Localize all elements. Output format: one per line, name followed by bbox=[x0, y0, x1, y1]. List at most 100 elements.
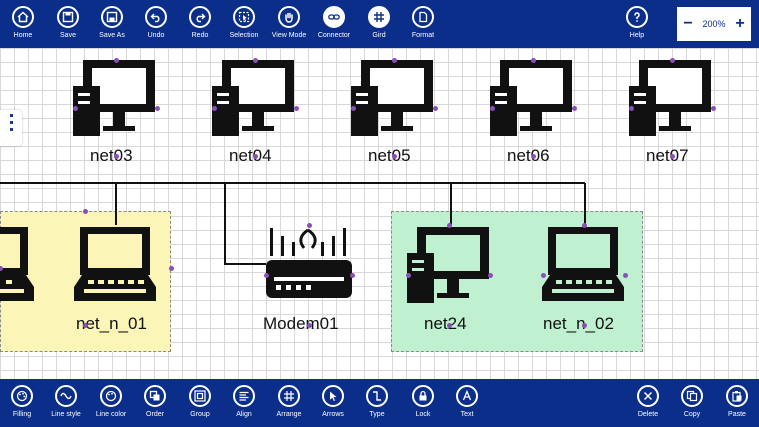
selection-handle[interactable] bbox=[349, 272, 355, 278]
grid-icon bbox=[278, 385, 300, 407]
selection-handle[interactable] bbox=[581, 222, 587, 228]
node-label-net24[interactable]: net24 bbox=[424, 314, 467, 334]
selection-handle[interactable] bbox=[154, 105, 160, 111]
selection-handle[interactable] bbox=[391, 153, 397, 159]
text-button[interactable]: Text bbox=[443, 379, 491, 427]
selection-handle[interactable] bbox=[263, 272, 269, 278]
selection-button[interactable]: Selection bbox=[220, 0, 268, 48]
connector-button[interactable]: Connector bbox=[310, 0, 358, 48]
palette-icon bbox=[11, 385, 33, 407]
laptop-icon-net_n_02 bbox=[542, 227, 624, 301]
selection-handle[interactable] bbox=[628, 105, 634, 111]
selection-handle[interactable] bbox=[530, 153, 536, 159]
diagram-canvas[interactable]: net03 net04 net05 net06 net07 net_n_01 M… bbox=[0, 48, 759, 379]
selection-handle[interactable] bbox=[530, 57, 536, 63]
selection-handle[interactable] bbox=[306, 322, 312, 328]
selection-handle[interactable] bbox=[72, 105, 78, 111]
selection-handle[interactable] bbox=[669, 153, 675, 159]
selection-handle[interactable] bbox=[669, 57, 675, 63]
selection-handle[interactable] bbox=[432, 105, 438, 111]
selection-handle[interactable] bbox=[391, 57, 397, 63]
bottom-toolbar: Filling Line style Line color Order Grou… bbox=[0, 379, 759, 427]
align-icon bbox=[233, 385, 255, 407]
selection-handle[interactable] bbox=[293, 105, 299, 111]
selection-handle[interactable] bbox=[83, 322, 88, 328]
save-button[interactable]: Save bbox=[44, 0, 92, 48]
zoom-in-button[interactable]: + bbox=[733, 15, 747, 33]
arrows-button[interactable]: Arrows bbox=[309, 379, 357, 427]
align-button[interactable]: Align bbox=[220, 379, 268, 427]
cursor-icon bbox=[322, 385, 344, 407]
selection-handle[interactable] bbox=[211, 105, 217, 111]
selection-handle[interactable] bbox=[581, 322, 587, 328]
node-label-net07[interactable]: net07 bbox=[646, 146, 689, 166]
filling-button[interactable]: Filling bbox=[0, 379, 46, 427]
delete-button[interactable]: Delete bbox=[624, 379, 672, 427]
desktop-icon-net24 bbox=[407, 227, 489, 303]
selection-handle[interactable] bbox=[252, 57, 258, 63]
paste-button[interactable]: Paste bbox=[713, 379, 759, 427]
top-toolbar: Home Save Save As Undo Redo Selection Vi… bbox=[0, 0, 759, 48]
selection-handle[interactable] bbox=[113, 153, 119, 159]
node-label-net04[interactable]: net04 bbox=[229, 146, 272, 166]
selection-handle[interactable] bbox=[571, 105, 577, 111]
group-button[interactable]: Group bbox=[176, 379, 224, 427]
selection-handle[interactable] bbox=[252, 153, 258, 159]
order-button[interactable]: Order bbox=[131, 379, 179, 427]
copy-icon bbox=[681, 385, 703, 407]
selection-handle[interactable] bbox=[622, 272, 628, 278]
selection-handle[interactable] bbox=[446, 222, 452, 228]
router-icon bbox=[266, 228, 352, 298]
selection-handle[interactable] bbox=[306, 222, 312, 228]
paste-icon bbox=[726, 385, 748, 407]
save-as-icon bbox=[101, 6, 123, 28]
node-label-net_n_02[interactable]: net_n_02 bbox=[543, 314, 614, 334]
zoom-out-button[interactable]: − bbox=[681, 15, 695, 33]
selection-handle[interactable] bbox=[540, 272, 546, 278]
desktop-icon-net06 bbox=[490, 60, 572, 136]
save-as-button[interactable]: Save As bbox=[88, 0, 136, 48]
redo-button[interactable]: Redo bbox=[176, 0, 224, 48]
selection-handle[interactable] bbox=[0, 265, 3, 271]
selection-handle[interactable] bbox=[405, 272, 411, 278]
home-button[interactable]: Home bbox=[0, 0, 47, 48]
selection-handle[interactable] bbox=[487, 272, 493, 278]
selection-icon bbox=[233, 6, 255, 28]
line-style-button[interactable]: Line style bbox=[42, 379, 90, 427]
type-button[interactable]: Type bbox=[353, 379, 401, 427]
desktop-icon-net07 bbox=[629, 60, 711, 136]
selection-handle[interactable] bbox=[113, 57, 119, 63]
selection-handle[interactable] bbox=[83, 208, 88, 214]
zoom-level: 200% bbox=[702, 19, 726, 29]
save-icon bbox=[57, 6, 79, 28]
selection-handle[interactable] bbox=[446, 322, 452, 328]
gird-button[interactable]: Gird bbox=[355, 0, 403, 48]
text-icon bbox=[456, 385, 478, 407]
side-panel-handle[interactable] bbox=[0, 110, 22, 146]
order-icon bbox=[144, 385, 166, 407]
lock-icon bbox=[412, 385, 434, 407]
format-button[interactable]: Format bbox=[399, 0, 447, 48]
help-icon bbox=[626, 6, 648, 28]
selection-handle[interactable] bbox=[489, 105, 495, 111]
help-button[interactable]: Help bbox=[613, 0, 661, 48]
undo-icon bbox=[145, 6, 167, 28]
arrange-button[interactable]: Arrange bbox=[265, 379, 313, 427]
selection-handle[interactable] bbox=[710, 105, 716, 111]
view-mode-button[interactable]: View Mode bbox=[265, 0, 313, 48]
node-label-modem01[interactable]: Modem01 bbox=[263, 314, 339, 334]
selection-handle[interactable] bbox=[350, 105, 356, 111]
selection-handle[interactable] bbox=[168, 265, 174, 271]
copy-button[interactable]: Copy bbox=[668, 379, 716, 427]
node-label-net03[interactable]: net03 bbox=[90, 146, 133, 166]
desktop-icon-net03 bbox=[73, 60, 155, 136]
wave-icon bbox=[55, 385, 77, 407]
node-label-net05[interactable]: net05 bbox=[368, 146, 411, 166]
lock-button[interactable]: Lock bbox=[399, 379, 447, 427]
zoom-control: − 200% + bbox=[677, 7, 751, 41]
undo-button[interactable]: Undo bbox=[132, 0, 180, 48]
node-label-net06[interactable]: net06 bbox=[507, 146, 550, 166]
line-color-button[interactable]: Line color bbox=[87, 379, 135, 427]
laptop-icon-partial bbox=[0, 227, 34, 301]
desktop-icon-net04 bbox=[212, 60, 294, 136]
